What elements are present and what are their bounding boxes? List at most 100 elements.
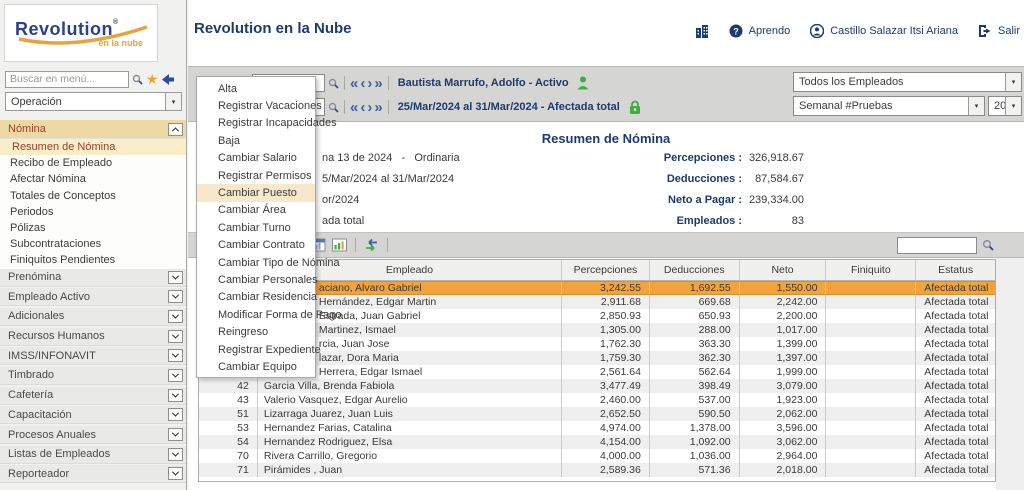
sidebar-section-nomina[interactable]: Nómina — [0, 120, 186, 139]
expand-chevron-down-icon[interactable] — [168, 408, 183, 421]
first-employee-button[interactable]: « — [350, 76, 358, 91]
table-row[interactable]: 70Rivera Carrillo, Gregorio4,000.001,036… — [199, 449, 995, 463]
module-select-dropdown-icon[interactable]: ▾ — [165, 93, 181, 110]
expand-chevron-down-icon[interactable] — [168, 330, 183, 343]
module-select[interactable]: Operación ▾ — [5, 92, 182, 111]
sidebar-section-procesos-anuales[interactable]: Procesos Anuales — [0, 426, 186, 444]
sidebar-section-timbrado[interactable]: Timbrado — [0, 367, 186, 385]
payroll-type-dropdown-icon[interactable]: ▾ — [968, 97, 984, 115]
employees-filter-select[interactable]: Todos los Empleados ▾ — [793, 72, 1022, 92]
menu-search-input[interactable] — [5, 71, 129, 88]
sidebar-item-p-lizas[interactable]: Pólizas — [0, 220, 186, 236]
collapse-chevron-up-icon[interactable] — [168, 123, 183, 136]
menu-search-icon[interactable] — [132, 74, 143, 85]
year-dropdown-icon[interactable]: ▾ — [1005, 97, 1021, 115]
payroll-type-select[interactable]: Semanal #Pruebas ▾ — [793, 96, 985, 116]
menu-item-cambiar-rea[interactable]: Cambiar Área — [197, 202, 315, 219]
table-row[interactable]: 51Lizarraga Juarez, Juan Luis2,652.50590… — [199, 407, 995, 421]
menu-item-cambiar-puesto[interactable]: Cambiar Puesto — [197, 184, 315, 201]
salir-button[interactable]: Salir — [978, 24, 1020, 38]
sidebar-section-pren-mina[interactable]: Prenómina — [0, 269, 186, 287]
menu-item-baja[interactable]: Baja — [197, 132, 315, 149]
menu-item-registrar-expediente[interactable]: Registrar Expediente — [197, 341, 315, 358]
menu-item-alta[interactable]: Alta — [197, 80, 315, 97]
expand-chevron-down-icon[interactable] — [168, 349, 183, 362]
employees-filter-value: Todos los Empleados — [794, 76, 1005, 88]
cell-employee-number: 43 — [199, 393, 258, 407]
sidebar-section-recursos-humanos[interactable]: Recursos Humanos — [0, 328, 186, 346]
menu-item-modificar-forma-de-pago[interactable]: Modificar Forma de Pago — [197, 306, 315, 323]
expand-chevron-down-icon[interactable] — [168, 467, 183, 480]
sidebar-item-recibo-de-empleado[interactable]: Recibo de Empleado — [0, 155, 186, 171]
column-header-Finiquito[interactable]: Finiquito — [826, 260, 916, 280]
excel-export-icon[interactable] — [332, 238, 347, 252]
prev-employee-button[interactable]: ‹ — [360, 76, 365, 91]
menu-item-cambiar-residencia[interactable]: Cambiar Residencia — [197, 289, 315, 306]
last-employee-button[interactable]: » — [374, 76, 382, 91]
table-row[interactable]: 42Garcia Villa, Brenda Fabiola3,477.4939… — [199, 379, 995, 393]
employees-filter-dropdown-icon[interactable]: ▾ — [1005, 73, 1021, 91]
sidebar-section-adicionales[interactable]: Adicionales — [0, 308, 186, 326]
company-button[interactable] — [695, 24, 709, 38]
menu-item-cambiar-salario[interactable]: Cambiar Salario — [197, 150, 315, 167]
menu-item-cambiar-equipo[interactable]: Cambiar Equipo — [197, 358, 315, 375]
menu-item-cambiar-turno[interactable]: Cambiar Turno — [197, 219, 315, 236]
sidebar-section-imss-infonavit[interactable]: IMSS/INFONAVIT — [0, 347, 186, 365]
cell-employee-number: 54 — [199, 435, 258, 449]
menu-item-cambiar-tipo-de-n-mina[interactable]: Cambiar Tipo de Nómina — [197, 254, 315, 271]
column-header-Percepciones[interactable]: Percepciones — [562, 260, 650, 280]
expand-chevron-down-icon[interactable] — [168, 428, 183, 441]
sidebar-item-periodos[interactable]: Periodos — [0, 204, 186, 220]
favorites-star-icon[interactable]: ★ — [146, 72, 159, 86]
expand-chevron-down-icon[interactable] — [168, 310, 183, 323]
sidebar-section-empleado-activo[interactable]: Empleado Activo — [0, 288, 186, 306]
back-arrow-icon[interactable] — [162, 74, 175, 85]
column-header-Deducciones[interactable]: Deducciones — [650, 260, 740, 280]
table-row[interactable]: 53Hernandez Farias, Catalina4,974.001,37… — [199, 421, 995, 435]
sidebar-section-listas-de-empleados[interactable]: Listas de Empleados — [0, 446, 186, 464]
column-header-Neto[interactable]: Neto — [740, 260, 827, 280]
sidebar-item-afectar-n-mina[interactable]: Afectar Nómina — [0, 171, 186, 187]
expand-chevron-down-icon[interactable] — [168, 290, 183, 303]
first-period-button[interactable]: « — [350, 100, 358, 115]
grid-search-icon[interactable] — [982, 239, 994, 251]
expand-chevron-down-icon[interactable] — [168, 448, 183, 461]
sidebar-section-cafeter-a[interactable]: Cafetería — [0, 387, 186, 405]
sidebar-item-finiquitos-pendientes[interactable]: Finiquitos Pendientes — [0, 252, 186, 268]
sidebar-item-resumen-de-n-mina[interactable]: Resumen de Nómina — [0, 139, 186, 155]
summary-total-label: Empleados : — [572, 215, 742, 227]
menu-item-registrar-incapacidades[interactable]: Registrar Incapacidades — [197, 115, 315, 132]
next-period-button[interactable]: › — [367, 100, 372, 115]
menu-item-cambiar-contrato[interactable]: Cambiar Contrato — [197, 237, 315, 254]
column-header-Estatus[interactable]: Estatus — [916, 260, 995, 280]
expand-chevron-down-icon[interactable] — [168, 369, 183, 382]
last-period-button[interactable]: » — [374, 100, 382, 115]
aprendo-button[interactable]: ? Aprendo — [729, 24, 791, 38]
refresh-icon[interactable] — [364, 238, 379, 252]
table-row[interactable]: aciano, Alvaro Gabriel3,242.551,692.551,… — [199, 281, 995, 295]
sidebar-item-subcontrataciones[interactable]: Subcontrataciones — [0, 236, 186, 252]
sidebar-item-totales-de-conceptos[interactable]: Totales de Conceptos — [0, 188, 186, 204]
employee-search-icon[interactable] — [328, 78, 339, 89]
cell-estatus: Afectada total — [916, 435, 995, 449]
table-row[interactable]: 71Pirámides , Juan2,589.36571.362,018.00… — [199, 463, 995, 477]
table-row[interactable]: 54Hernandez Rodriguez, Elsa4,154.001,092… — [199, 435, 995, 449]
table-row[interactable]: Hernández, Edgar Martin2,911.68669.682,2… — [199, 295, 995, 309]
table-row[interactable]: 43Valerio Vasquez, Edgar Aurelio2,460.00… — [199, 393, 995, 407]
period-search-icon[interactable] — [328, 102, 339, 113]
table-row[interactable]: Herrera, Edgar Ismael2,561.64562.641,999… — [199, 365, 995, 379]
prev-period-button[interactable]: ‹ — [360, 100, 365, 115]
sidebar-section-capacitaci-n[interactable]: Capacitación — [0, 406, 186, 424]
table-row[interactable]: Martinez, Ismael1,305.00288.001,017.00Af… — [199, 323, 995, 337]
grid-search-input[interactable] — [897, 237, 977, 254]
expand-chevron-down-icon[interactable] — [168, 389, 183, 402]
menu-item-reingreso[interactable]: Reingreso — [197, 323, 315, 340]
user-menu[interactable]: Castillo Salazar Itsi Ariana — [810, 24, 958, 38]
sidebar-section-reporteador[interactable]: Reporteador — [0, 465, 186, 483]
next-employee-button[interactable]: › — [367, 76, 372, 91]
menu-item-registrar-permisos[interactable]: Registrar Permisos — [197, 167, 315, 184]
expand-chevron-down-icon[interactable] — [168, 271, 183, 284]
year-select[interactable]: 2024 ▾ — [988, 96, 1022, 116]
menu-item-registrar-vacaciones[interactable]: Registrar Vacaciones — [197, 97, 315, 114]
menu-item-cambiar-personales[interactable]: Cambiar Personales — [197, 271, 315, 288]
